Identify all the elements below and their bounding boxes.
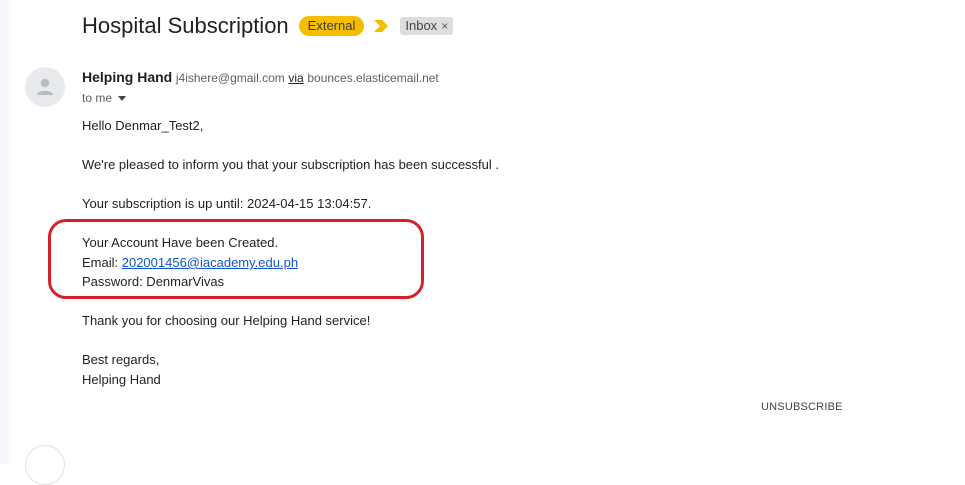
next-message-avatar <box>25 445 65 485</box>
greeting-line: Hello Denmar_Test2, <box>82 118 204 133</box>
recipient-details-toggle[interactable]: to me <box>82 91 127 105</box>
highlight-box <box>48 219 424 299</box>
signature-line: Helping Hand <box>82 372 161 387</box>
sender-avatar[interactable] <box>25 67 65 107</box>
sender-name[interactable]: Helping Hand <box>82 69 172 85</box>
remove-label-icon[interactable]: × <box>441 17 448 35</box>
regards-line: Best regards, <box>82 352 160 367</box>
subject-row: Hospital Subscription External Inbox × <box>82 10 454 42</box>
important-marker-icon[interactable] <box>374 20 389 32</box>
body-line-1: We're pleased to inform you that your su… <box>82 157 500 172</box>
inbox-label-chip: Inbox × <box>400 17 454 35</box>
via-domain: bounces.elasticemail.net <box>307 71 439 85</box>
person-icon <box>37 78 53 95</box>
body-line-2: Your subscription is up until: 2024-04-1… <box>82 196 372 211</box>
inbox-label-text: Inbox <box>405 18 438 33</box>
via-link[interactable]: via <box>288 71 303 85</box>
external-badge: External <box>298 16 365 36</box>
left-rail <box>0 0 9 464</box>
recipient-label: to me <box>82 91 113 105</box>
sender-email: j4ishere@gmail.com <box>175 71 285 85</box>
thanks-line: Thank you for choosing our Helping Hand … <box>82 313 371 328</box>
unsubscribe-link[interactable]: UNSUBSCRIBE <box>761 401 843 413</box>
chevron-down-icon <box>118 96 127 101</box>
email-subject: Hospital Subscription <box>82 13 289 38</box>
sender-row: Helping Hand j4ishere@gmail.com via boun… <box>82 69 439 85</box>
